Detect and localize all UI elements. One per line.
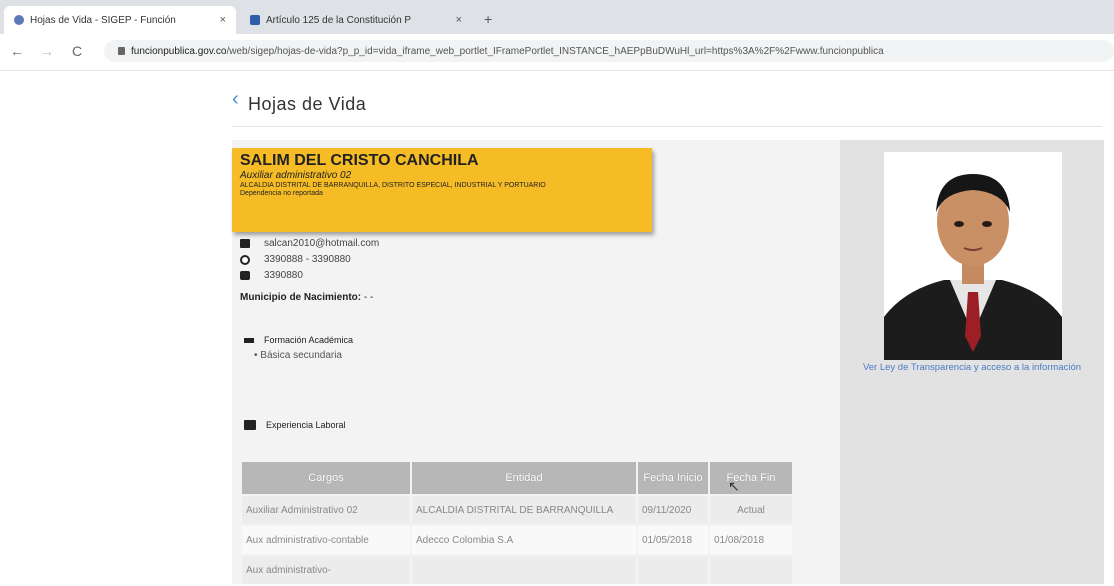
browser-tab-articulo[interactable]: Artículo 125 de la Constitución P × [240, 6, 472, 34]
page-title: Hojas de Vida [248, 94, 367, 114]
address-bar[interactable]: funcionpublica.gov.co /web/sigep/hojas-d… [104, 40, 1114, 62]
education-heading: Formación Académica [244, 335, 353, 345]
table-row: Aux administrativo- [242, 556, 792, 584]
briefcase-icon [244, 420, 256, 430]
column-header-cargos: Cargos [242, 462, 410, 494]
cell-fecha-fin: 01/08/2018 [710, 526, 792, 554]
browser-toolbar: ← → C funcionpublica.gov.co /web/sigep/h… [0, 34, 1114, 71]
column-header-fecha-inicio: Fecha Inicio [638, 462, 708, 494]
back-chevron-icon[interactable]: ‹ [232, 88, 239, 111]
cell-entidad: ALCALDIA DISTRITAL DE BARRANQUILLA [412, 496, 636, 524]
forward-button[interactable]: → [40, 43, 54, 59]
birthplace-value: - - [363, 292, 374, 303]
profile-dependency: Dependencia no reportada [240, 190, 323, 197]
profile-photo-image [884, 152, 1062, 360]
education-label: Formación Académica [264, 335, 354, 345]
table-row: Aux administrativo-contable Adecco Colom… [242, 526, 792, 554]
tab-title: Artículo 125 de la Constitución P [266, 14, 412, 26]
profile-name-card: SALIM DEL CRISTO CANCHILA Auxiliar admin… [232, 148, 652, 232]
browser-tab-bar: Hojas de Vida - SIGEP - Función × Artícu… [0, 0, 1114, 34]
site-favicon-icon [14, 15, 24, 25]
mail-icon [240, 239, 250, 248]
email-value[interactable]: salcan2010@hotmail.com [264, 238, 379, 249]
phone-value: 3390880 [264, 270, 303, 281]
contact-whatsapp-row: 3390888 - 3390880 [240, 254, 351, 265]
contact-phone-row: 3390880 [240, 270, 303, 281]
transparency-link[interactable]: Ver Ley de Transparencia y acceso a la i… [840, 362, 1104, 374]
table-row: Auxiliar Administrativo 02 ALCALDIA DIST… [242, 496, 792, 524]
cell-entidad: Adecco Colombia S.A [412, 526, 636, 554]
tab-close-icon[interactable]: × [220, 14, 226, 26]
cell-entidad [412, 556, 636, 584]
site-favicon-icon [250, 15, 260, 25]
cell-fecha-inicio: 01/05/2018 [638, 526, 708, 554]
experience-label: Experiencia Laboral [266, 420, 346, 430]
cell-fecha-fin [710, 556, 792, 584]
contact-email-row: salcan2010@hotmail.com [240, 238, 379, 249]
experience-table: Cargos Entidad Fecha Inicio Fecha Fin Au… [240, 460, 794, 586]
tab-close-icon[interactable]: × [456, 14, 462, 26]
cell-cargo: Aux administrativo- [242, 556, 410, 584]
profile-organization: ALCALDIA DISTRITAL DE BARRANQUILLA, DIST… [240, 182, 546, 189]
education-item-label: Básica secundaria [260, 350, 342, 361]
education-item: • Básica secundaria [254, 350, 342, 361]
divider [232, 126, 1102, 127]
profile-photo [884, 152, 1062, 360]
graduation-cap-icon [244, 337, 254, 343]
cell-fecha-inicio [638, 556, 708, 584]
tab-title: Hojas de Vida - SIGEP - Función [30, 14, 176, 26]
birthplace: Municipio de Nacimiento: - - [240, 292, 373, 303]
lock-icon [118, 47, 125, 55]
new-tab-button[interactable]: + [484, 11, 492, 27]
browser-tab-hojas-de-vida[interactable]: Hojas de Vida - SIGEP - Función × [4, 6, 236, 34]
column-header-fecha-fin: Fecha Fin [710, 462, 792, 494]
url-host: funcionpublica.gov.co [131, 45, 227, 57]
birthplace-label: Municipio de Nacimiento: [240, 292, 362, 303]
cell-cargo: Aux administrativo-contable [242, 526, 410, 554]
column-header-entidad: Entidad [412, 462, 636, 494]
cell-cargo: Auxiliar Administrativo 02 [242, 496, 410, 524]
url-path: /web/sigep/hojas-de-vida?p_p_id=vida_ifr… [226, 45, 884, 57]
profile-role: Auxiliar administrativo 02 [240, 170, 352, 181]
phone-icon [240, 271, 250, 280]
mouse-cursor-icon: ↖ [728, 478, 740, 494]
table-header-row: Cargos Entidad Fecha Inicio Fecha Fin [242, 462, 792, 494]
reload-button[interactable]: C [72, 43, 82, 59]
experience-heading: Experiencia Laboral [244, 420, 346, 430]
whatsapp-value: 3390888 - 3390880 [264, 254, 351, 265]
back-button[interactable]: ← [10, 43, 24, 59]
cell-fecha-inicio: 09/11/2020 [638, 496, 708, 524]
cell-fecha-fin: Actual [710, 496, 792, 524]
profile-name: SALIM DEL CRISTO CANCHILA [240, 152, 479, 169]
whatsapp-icon [240, 254, 250, 265]
